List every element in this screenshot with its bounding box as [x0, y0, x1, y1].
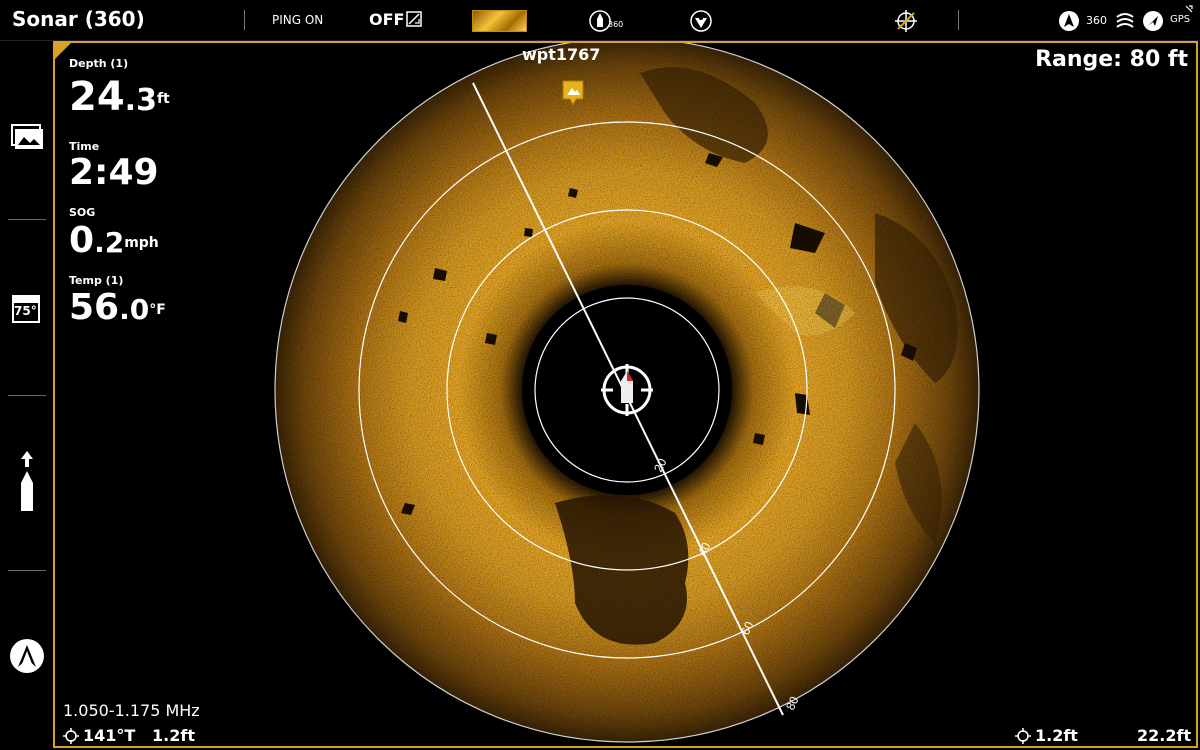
360-icon: 360 [1086, 14, 1107, 27]
gallery-icon[interactable] [8, 117, 46, 155]
home-menu-icon[interactable] [8, 637, 46, 675]
app-title: Sonar (360) [12, 7, 145, 31]
heading-offset: 1.2ft [152, 726, 195, 745]
depth-decimal: .3 [124, 83, 157, 118]
waypoint-icon[interactable] [561, 79, 585, 107]
heading-value: 141°T [83, 726, 136, 745]
depth-whole: 24 [69, 74, 125, 120]
heading-readout: 141°T 1.2ft [63, 726, 195, 745]
ping-status[interactable]: PING ON [272, 13, 323, 27]
frequency-readout: 1.050-1.175 MHz [63, 701, 200, 720]
temp-whole: 56 [69, 287, 120, 328]
temp-label: Temp (1) [69, 274, 124, 287]
gps-signal-icon [1185, 5, 1193, 13]
compass-icon[interactable] [1056, 8, 1082, 34]
waypoint-label[interactable]: wpt1767 [522, 45, 600, 64]
cursor-offset-value: 1.2ft [1035, 726, 1078, 745]
temperature-icon[interactable]: 75° [8, 291, 46, 329]
off-toggle-icon[interactable] [406, 11, 422, 27]
depth-unit: ft [156, 91, 170, 107]
sidebar-divider [8, 219, 46, 220]
sonar-360-panel[interactable]: 20 40 60 80 wpt1767 Range: 80 ft Depth (… [53, 41, 1198, 748]
transducer-icon[interactable] [688, 8, 714, 34]
sonar-image[interactable]: 20 40 60 80 [55, 43, 1198, 748]
topbar-divider [244, 10, 245, 30]
sog-decimal: .2 [94, 226, 125, 259]
boat-forward-icon[interactable] [8, 449, 46, 517]
sog-whole: 0 [69, 220, 95, 261]
depth-value: 24.3ft [69, 77, 170, 121]
topbar-divider [958, 10, 959, 30]
gps-icon: GPS [1170, 14, 1191, 25]
left-sidebar: 75° [0, 41, 52, 750]
navigation-icon[interactable] [1140, 8, 1166, 34]
crosshair-icon [63, 728, 79, 744]
temp-unit: °F [149, 302, 166, 318]
sog-label: SOG [69, 206, 96, 219]
top-status-bar: Sonar (360) PING ON OFF 360 360 GPS [0, 0, 1200, 41]
range-readout[interactable]: Range: 80 ft [1035, 47, 1188, 72]
temp-decimal: .0 [119, 293, 150, 326]
cursor-offset-readout: 1.2ft [1015, 726, 1078, 745]
off-label[interactable]: OFF [369, 10, 404, 29]
sonar-stack-icon [1116, 13, 1134, 28]
sog-value: 0.2mph [69, 221, 159, 263]
sog-unit: mph [124, 235, 159, 251]
temperature-icon-label: 75° [14, 304, 37, 318]
sidebar-divider [8, 570, 46, 571]
time-value: 2:49 [69, 152, 159, 193]
sidebar-divider [8, 395, 46, 396]
depth-label: Depth (1) [69, 57, 129, 70]
temp-value: 56.0°F [69, 288, 166, 330]
crosshair-off-icon[interactable] [893, 8, 919, 34]
crosshair-icon [1015, 728, 1031, 744]
chart-thumbnail-icon[interactable] [472, 10, 527, 32]
boat-360-badge: 360 [608, 20, 624, 29]
cursor-distance-readout: 22.2ft [1137, 726, 1192, 745]
